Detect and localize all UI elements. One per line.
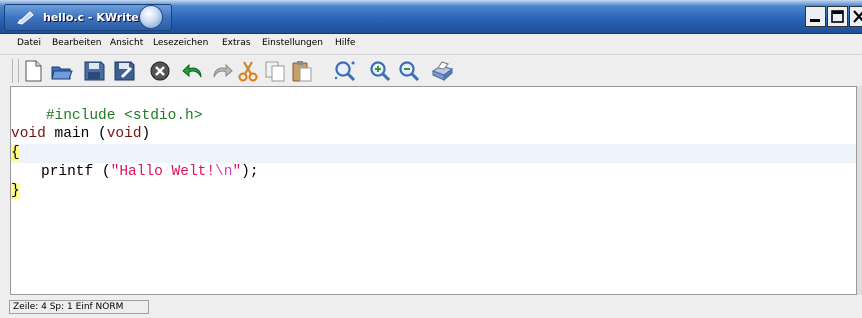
- save-as-button[interactable]: [112, 59, 136, 83]
- code-line-5[interactable]: printf ("Hallo Welt!\n");: [11, 163, 856, 182]
- menu-ansicht[interactable]: Ansicht: [110, 38, 143, 48]
- menu-datei[interactable]: Datei: [17, 38, 41, 48]
- cursor-position-status: Zeile: 4 Sp: 1 Einf NORM: [9, 300, 149, 314]
- string-literal: "Hallo Welt!: [110, 164, 216, 180]
- code-line-2[interactable]: [11, 107, 856, 126]
- keyword-void: void: [106, 126, 142, 142]
- undo-button[interactable]: [181, 59, 205, 83]
- save-icon: [84, 61, 105, 81]
- close-document-icon: [150, 61, 170, 81]
- statement-end: );: [241, 164, 259, 180]
- escape-sequence: \n: [215, 164, 233, 180]
- close-document-button[interactable]: [148, 59, 172, 83]
- redo-button[interactable]: [210, 59, 234, 83]
- minimize-button[interactable]: [805, 6, 826, 27]
- keyword-void: void: [11, 126, 46, 142]
- redo-icon: [213, 63, 233, 78]
- menu-bearbeiten[interactable]: Bearbeiten: [52, 38, 101, 48]
- print-button[interactable]: [430, 59, 454, 83]
- copy-button[interactable]: [263, 59, 287, 83]
- new-document-icon: [25, 60, 42, 82]
- find-icon: [334, 61, 356, 82]
- cut-button[interactable]: [236, 59, 260, 83]
- menu-lesezeichen[interactable]: Lesezeichen: [153, 38, 208, 48]
- paren-close: ): [141, 126, 151, 142]
- status-bar: Zeile: 4 Sp: 1 Einf NORM: [0, 296, 862, 318]
- find-next-button[interactable]: [368, 59, 392, 83]
- vertical-scrollbar[interactable]: [856, 86, 862, 295]
- string-quote: ": [232, 164, 242, 180]
- code-line-3[interactable]: void main (void): [11, 125, 856, 144]
- cut-icon: [238, 61, 258, 82]
- menu-extras[interactable]: Extras: [222, 38, 250, 48]
- save-as-icon: [114, 61, 135, 81]
- maximize-icon: [831, 10, 844, 23]
- close-icon: [853, 10, 862, 23]
- printf-call: printf (: [41, 164, 111, 180]
- close-button[interactable]: [849, 6, 862, 27]
- code-line-6[interactable]: }: [11, 182, 856, 201]
- new-document-button[interactable]: [21, 59, 45, 83]
- menu-einstellungen[interactable]: Einstellungen: [262, 38, 323, 48]
- save-button[interactable]: [82, 59, 106, 83]
- title-bar[interactable]: hello.c - KWrite: [0, 0, 862, 34]
- replace-button[interactable]: [397, 59, 421, 83]
- toolbar-grip[interactable]: [12, 59, 19, 83]
- paste-button[interactable]: [290, 59, 314, 83]
- kde-desktop-icon[interactable]: [139, 5, 163, 29]
- open-folder-icon: [51, 66, 73, 80]
- menu-bar: Datei Bearbeiten Ansicht Lesezeichen Ext…: [0, 34, 862, 55]
- code-line-4-current[interactable]: {: [11, 144, 856, 163]
- paste-icon: [292, 61, 312, 82]
- close-brace: }: [11, 183, 20, 199]
- kwrite-pen-icon[interactable]: [16, 9, 36, 25]
- replace-icon: [399, 61, 420, 82]
- function-name: main (: [45, 126, 107, 142]
- menu-hilfe[interactable]: Hilfe: [335, 38, 355, 48]
- main-toolbar: [0, 55, 862, 88]
- window-title: hello.c - KWrite: [43, 11, 139, 24]
- undo-icon: [182, 63, 202, 78]
- text-editor[interactable]: #include <stdio.h> void main (void) { pr…: [10, 86, 856, 295]
- open-brace: {: [11, 145, 20, 161]
- code-line-1[interactable]: #include <stdio.h>: [11, 88, 856, 124]
- copy-icon: [265, 61, 285, 82]
- find-button[interactable]: [333, 59, 357, 83]
- maximize-button[interactable]: [827, 6, 848, 27]
- print-icon: [431, 61, 454, 82]
- minimize-icon: [810, 19, 820, 22]
- open-button[interactable]: [50, 59, 74, 83]
- find-next-icon: [370, 61, 391, 82]
